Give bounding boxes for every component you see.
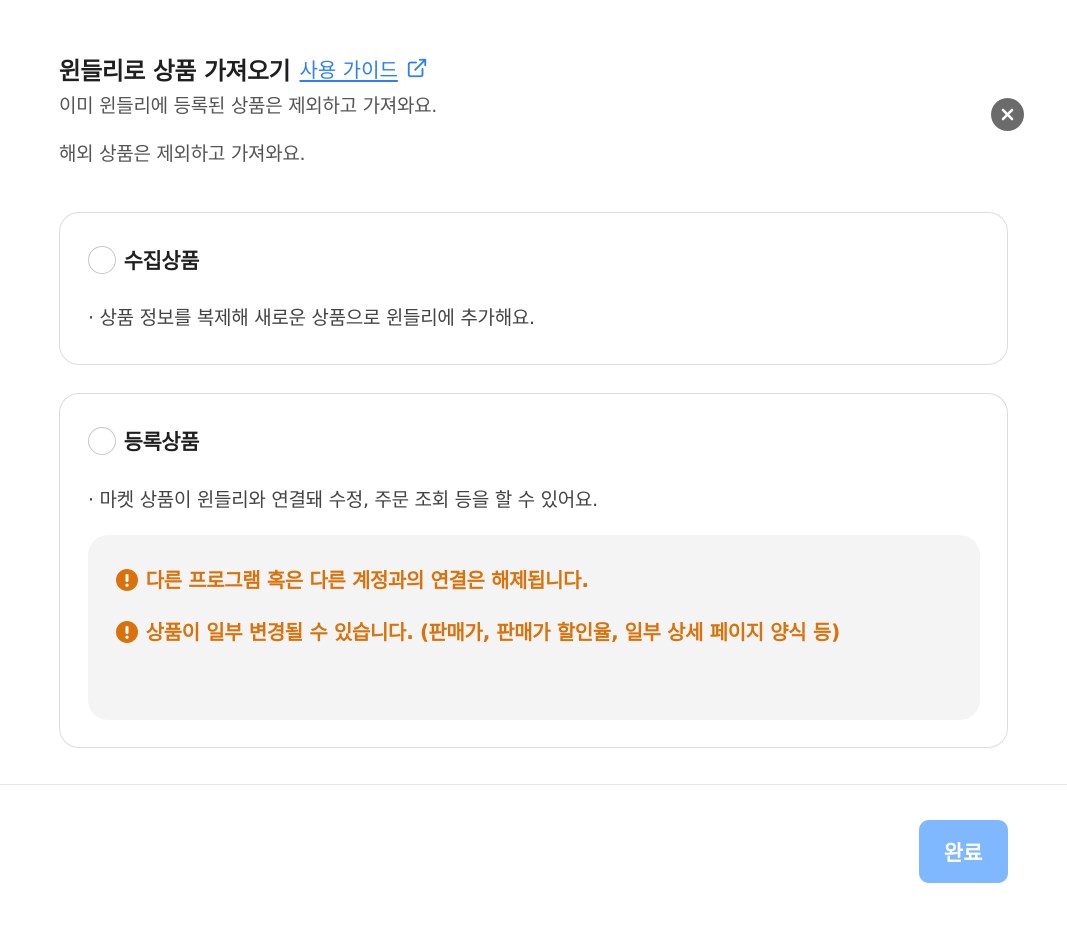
option-collected-products[interactable]: 수집상품 xyxy=(88,245,200,275)
option-description: · 상품 정보를 복제해 새로운 상품으로 윈들리에 추가해요. xyxy=(88,307,535,329)
modal-description-line-1: 이미 윈들리에 등록된 상품은 제외하고 가져와요. xyxy=(59,95,438,117)
external-link-icon xyxy=(407,58,427,78)
modal-title: 윈들리로 상품 가져오기 xyxy=(59,56,291,85)
warning-text: 다른 프로그램 혹은 다른 계정과의 연결은 해제됩니다. xyxy=(146,568,589,592)
exclamation-circle-icon xyxy=(116,569,138,591)
done-button[interactable]: 완료 xyxy=(919,820,1008,883)
option-label: 등록상품 xyxy=(124,430,200,454)
option-registered-products[interactable]: 등록상품 xyxy=(88,426,200,456)
radio-collected-products[interactable] xyxy=(88,246,116,274)
title-row: 윈들리로 상품 가져오기 사용 가이드 xyxy=(59,48,959,88)
warning-box: 다른 프로그램 혹은 다른 계정과의 연결은 해제됩니다. 상품이 일부 변경될… xyxy=(88,535,980,720)
warning-item: 다른 프로그램 혹은 다른 계정과의 연결은 해제됩니다. xyxy=(116,563,589,597)
close-icon xyxy=(1001,108,1014,121)
exclamation-circle-icon xyxy=(116,621,138,643)
footer-divider xyxy=(0,784,1067,785)
modal-description-line-2: 해외 상품은 제외하고 가져와요. xyxy=(59,143,306,165)
modal-header: 윈들리로 상품 가져오기 사용 가이드 이미 윈들리에 등록된 상품은 제외하고… xyxy=(59,48,959,166)
close-button[interactable] xyxy=(991,98,1024,131)
user-guide-link-label: 사용 가이드 xyxy=(299,57,398,82)
warning-item: 상품이 일부 변경될 수 있습니다. (판매가, 판매가 할인율, 일부 상세 … xyxy=(116,615,956,649)
user-guide-link[interactable]: 사용 가이드 xyxy=(300,54,428,83)
radio-registered-products[interactable] xyxy=(88,427,116,455)
option-card-registered-products[interactable]: 등록상품 · 마켓 상품이 윈들리와 연결돼 수정, 주문 조회 등을 할 수 … xyxy=(59,393,1008,748)
option-description: · 마켓 상품이 윈들리와 연결돼 수정, 주문 조회 등을 할 수 있어요. xyxy=(88,489,598,511)
warning-text: 상품이 일부 변경될 수 있습니다. (판매가, 판매가 할인율, 일부 상세 … xyxy=(146,620,840,644)
option-card-collected-products[interactable]: 수집상품 · 상품 정보를 복제해 새로운 상품으로 윈들리에 추가해요. xyxy=(59,212,1008,365)
import-products-modal: 윈들리로 상품 가져오기 사용 가이드 이미 윈들리에 등록된 상품은 제외하고… xyxy=(0,0,1067,928)
option-label: 수집상품 xyxy=(124,249,200,273)
